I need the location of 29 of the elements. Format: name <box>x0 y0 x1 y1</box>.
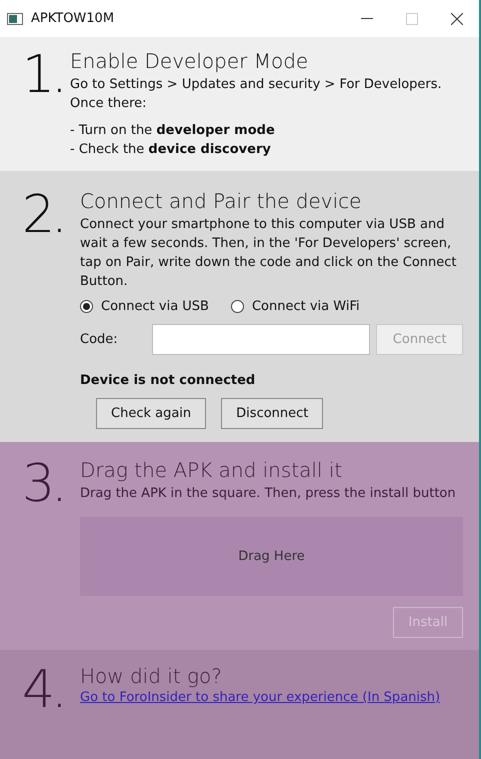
step-title: Drag the APK and install it <box>80 458 344 482</box>
code-field[interactable] <box>152 324 370 355</box>
radio-option[interactable]: Connect via WiFi <box>230 299 360 314</box>
radio-button[interactable] <box>80 300 93 313</box>
step-number: 2. <box>21 189 65 247</box>
action-button[interactable]: Check again <box>96 398 206 429</box>
step-title: How did it go? <box>80 664 223 688</box>
window-title: APKTOW10M <box>31 11 116 26</box>
step-number: 3. <box>21 458 65 516</box>
step-title: Enable Developer Mode <box>70 49 310 73</box>
step-description: Drag the APK in the square. Then, press the install button <box>80 485 457 503</box>
action-button[interactable]: Disconnect <box>221 398 324 429</box>
radio-button[interactable] <box>230 300 244 313</box>
step-number: 1. <box>21 49 65 107</box>
app-icon <box>7 12 23 24</box>
step-title: Connect and Pair the device <box>80 189 362 213</box>
code-label: Code: <box>80 332 119 347</box>
step-description: Go to Settings > Updates and security > For Developers. Once there: <box>70 76 443 113</box>
drop-zone[interactable]: Drag Here <box>80 517 463 596</box>
step-description: Connect your smartphone to this computer via USB and wait a few seconds. Then, in the 'For Developers' screen, tap on Pair, write down the code and click on the Connect Button. <box>80 216 458 291</box>
minimize-icon[interactable] <box>360 18 372 19</box>
connection-status: Device is not connected <box>80 373 256 388</box>
step-number: 4. <box>21 664 65 722</box>
radio-label: Connect via USB <box>101 299 209 314</box>
close-icon[interactable] <box>450 12 462 24</box>
radio-label: Connect via WiFi <box>252 299 360 314</box>
instruction-item: - Turn on the developer mode <box>70 122 276 140</box>
radio-option[interactable]: Connect via USB <box>80 299 209 314</box>
instruction-item: - Check the device discovery <box>70 141 272 159</box>
